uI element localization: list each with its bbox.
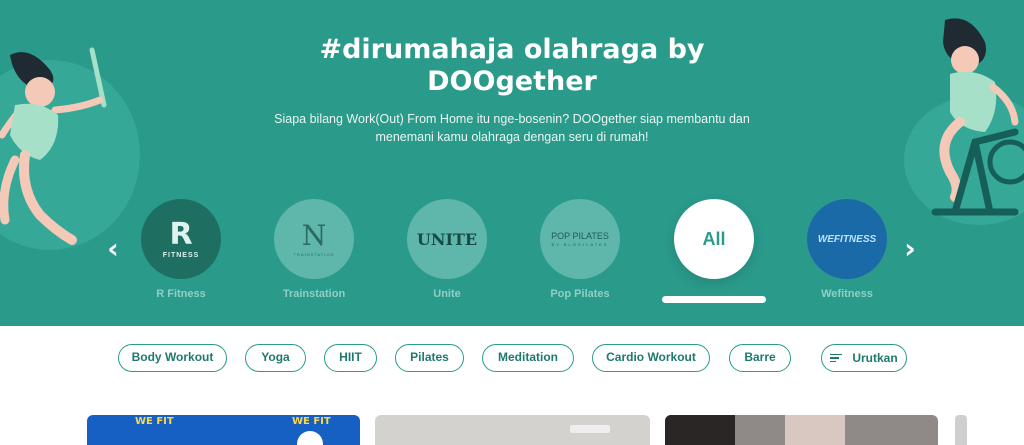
trainstation-logo: N TRAINSTATION <box>274 199 354 279</box>
thumbnail-image <box>785 415 845 445</box>
brand-label: Pop Pilates <box>550 288 610 300</box>
filter-chip-pilates[interactable]: Pilates <box>395 344 464 372</box>
brand-item-trainstation[interactable]: N TRAINSTATION Trainstation <box>254 199 374 301</box>
active-indicator <box>662 296 766 303</box>
all-brands-button[interactable]: All <box>674 199 754 279</box>
brand-label: Unite <box>433 288 461 300</box>
brand-label: Wefitness <box>821 288 873 300</box>
sort-button[interactable]: Urutkan <box>821 344 907 372</box>
page-subtitle: Siapa bilang Work(Out) From Home itu nge… <box>270 110 754 146</box>
thumbnail-text: WE FIT <box>135 416 174 427</box>
sort-label: Urutkan <box>852 350 898 365</box>
carousel-prev-button[interactable]: ‹ <box>103 234 123 264</box>
sort-icon <box>830 353 843 363</box>
brand-item-unite[interactable]: UNITE Unite <box>387 199 507 301</box>
unite-logo: UNITE <box>407 199 487 279</box>
class-card-thumbnail[interactable]: WE FIT WE FIT <box>87 415 360 445</box>
brand-label: Trainstation <box>282 288 346 300</box>
filter-chip-barre[interactable]: Barre <box>729 344 791 372</box>
r-fitness-logo: R FITNESS <box>141 199 221 279</box>
subtitle-line-1: Siapa bilang Work(Out) From Home itu nge… <box>274 112 750 126</box>
pop-pilates-logo: POP PILATES BY BLOGILATES <box>540 199 620 279</box>
next-card-peek[interactable] <box>955 415 967 445</box>
filter-chip-cardio-workout[interactable]: Cardio Workout <box>592 344 710 372</box>
class-card-thumbnail[interactable] <box>375 415 650 445</box>
filter-chip-body-workout[interactable]: Body Workout <box>118 344 227 372</box>
thumbnail-text: WE FIT <box>292 416 331 427</box>
brand-item-pop-pilates[interactable]: POP PILATES BY BLOGILATES Pop Pilates <box>520 199 640 301</box>
title-line-2: DOOgether <box>427 66 597 97</box>
hero-banner: #dirumahaja olahraga by DOOgether Siapa … <box>0 0 1024 326</box>
filter-chip-hiit[interactable]: HIIT <box>324 344 377 372</box>
category-filter-bar: Body Workout Yoga HIIT Pilates Meditatio… <box>0 344 1024 372</box>
brand-item-all[interactable]: All <box>654 199 774 279</box>
thumbnail-image <box>665 415 735 445</box>
filter-chip-meditation[interactable]: Meditation <box>482 344 574 372</box>
brand-label: R Fitness <box>156 288 206 300</box>
brand-item-r-fitness[interactable]: R FITNESS R Fitness <box>121 199 241 301</box>
air-conditioner-image <box>570 425 610 433</box>
class-card-thumbnail[interactable] <box>665 415 938 445</box>
filter-chip-yoga[interactable]: Yoga <box>245 344 306 372</box>
class-card-list: WE FIT WE FIT <box>0 415 1024 445</box>
page-title: #dirumahaja olahraga by DOOgether <box>0 34 1024 98</box>
subtitle-line-2: menemani kamu olahraga dengan seru di ru… <box>375 130 649 144</box>
play-icon <box>297 431 323 445</box>
brand-item-wefitness[interactable]: WEFITNESS Wefitness <box>787 199 907 301</box>
title-line-1: #dirumahaja olahraga by <box>319 34 705 65</box>
wefitness-logo: WEFITNESS <box>807 199 887 279</box>
